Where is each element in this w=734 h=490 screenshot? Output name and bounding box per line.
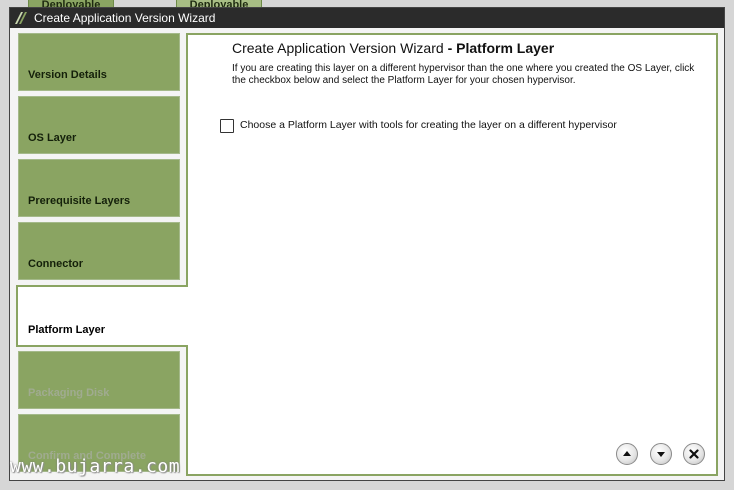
step-content-panel: Create Application Version Wizard - Plat… xyxy=(186,33,718,476)
step-label: Version Details xyxy=(28,69,107,81)
step-label: Connector xyxy=(28,258,83,270)
app-logo-icon xyxy=(15,12,27,24)
arrow-up-icon xyxy=(623,451,631,456)
step-label: Prerequisite Layers xyxy=(28,195,131,207)
step-version-details[interactable]: Version Details xyxy=(18,33,180,91)
page-title: Create Application Version Wizard - Plat… xyxy=(232,40,554,56)
step-prerequisite-layers[interactable]: Prerequisite Layers xyxy=(18,159,180,217)
watermark-text: www.bujarra.com xyxy=(10,456,181,477)
step-platform-layer[interactable]: Platform Layer xyxy=(16,285,188,347)
previous-step-button[interactable] xyxy=(616,443,638,465)
platform-layer-checkbox-label[interactable]: Choose a Platform Layer with tools for c… xyxy=(240,119,617,131)
platform-layer-checkbox[interactable] xyxy=(220,119,234,133)
wizard-window: Create Application Version Wizard Versio… xyxy=(9,7,725,481)
step-label: Platform Layer xyxy=(28,324,106,336)
page-title-prefix: Create Application Version Wizard xyxy=(232,40,444,56)
close-icon xyxy=(689,449,699,459)
window-title: Create Application Version Wizard xyxy=(34,11,216,25)
step-label: Packaging Disk xyxy=(28,387,110,399)
page-title-step: - Platform Layer xyxy=(447,40,555,56)
wizard-body: Version Details OS Layer Prerequisite La… xyxy=(10,28,724,480)
step-packaging-disk: Packaging Disk xyxy=(18,351,180,409)
step-connector[interactable]: Connector xyxy=(18,222,180,280)
step-os-layer[interactable]: OS Layer xyxy=(18,96,180,154)
next-step-button[interactable] xyxy=(650,443,672,465)
page-description: If you are creating this layer on a diff… xyxy=(232,63,695,86)
step-label: OS Layer xyxy=(28,132,77,144)
title-bar: Create Application Version Wizard xyxy=(10,8,724,28)
cancel-wizard-button[interactable] xyxy=(683,443,705,465)
arrow-down-icon xyxy=(657,452,665,457)
